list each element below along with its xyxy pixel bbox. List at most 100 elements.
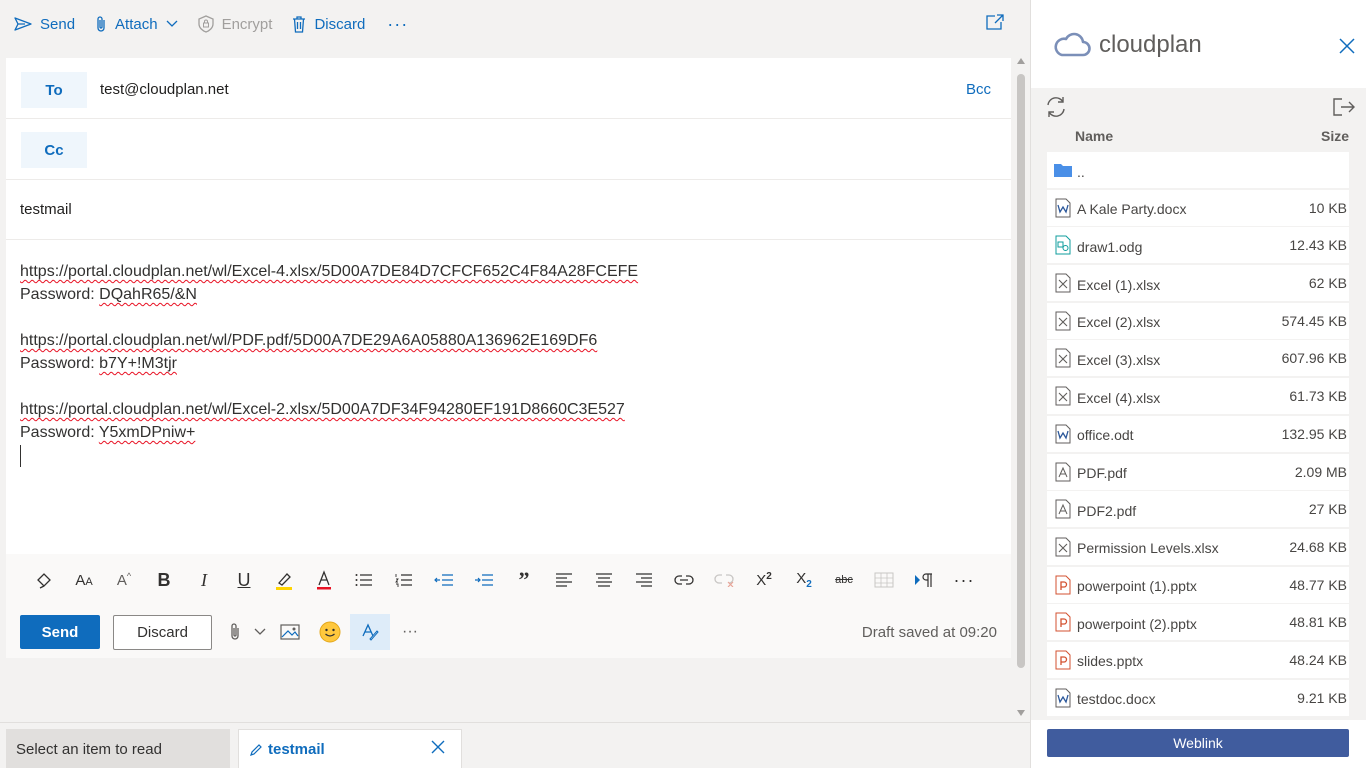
scroll-thumb[interactable] [1017,74,1025,668]
message-body[interactable]: https://portal.cloudplan.net/wl/Excel-4.… [20,260,990,467]
numbered-list-icon[interactable] [384,562,424,598]
word-file-icon [1049,198,1077,218]
subject-row[interactable]: testmail [6,180,1011,240]
pop-out-icon[interactable] [986,14,1004,30]
file-row[interactable]: PDF2.pdf 27 KB [1047,491,1349,528]
file-size: 48.77 KB [1289,576,1347,593]
file-size: 9.21 KB [1297,689,1347,706]
attach-toolbar-button[interactable]: Attach [85,8,188,40]
attach-toolbar-label: Attach [115,15,158,33]
subject-field[interactable]: testmail [20,201,72,218]
format-painter-icon[interactable] [24,562,64,598]
word-file-icon [1049,424,1077,444]
file-row[interactable]: Excel (2).xlsx 574.45 KB [1047,302,1349,339]
paperclip-icon [95,15,107,33]
link-excel-2[interactable]: https://portal.cloudplan.net/wl/Excel-2.… [20,398,990,421]
more-actions-icon[interactable]: ··· [390,614,430,650]
bold-icon[interactable]: B [144,562,184,598]
subscript-icon[interactable]: X2 [784,562,824,598]
column-header-size[interactable]: Size [1321,128,1349,144]
file-row[interactable]: Excel (3).xlsx 607.96 KB [1047,340,1349,377]
file-name: office.odt [1077,427,1134,444]
formatting-toggle-icon[interactable] [350,614,390,650]
file-row[interactable]: powerpoint (2).pptx 48.81 KB [1047,604,1349,641]
cloudplan-addin-panel: cloudplan Name Size .. A Kale Party.docx… [1030,0,1366,768]
discard-button[interactable]: Discard [113,614,212,650]
quote-icon[interactable]: ” [504,562,544,598]
more-options-icon[interactable]: ··· [375,14,420,35]
file-row[interactable]: PDF.pdf 2.09 MB [1047,453,1349,490]
text-direction-icon[interactable] [904,562,944,598]
file-name: A Kale Party.docx [1077,201,1187,218]
discard-toolbar-button[interactable]: Discard [282,8,375,40]
more-formatting-icon[interactable]: ··· [944,562,984,598]
file-name: PDF2.pdf [1077,502,1137,519]
decrease-indent-icon[interactable] [424,562,464,598]
file-row[interactable]: Excel (1).xlsx 62 KB [1047,265,1349,302]
align-right-icon[interactable] [624,562,664,598]
file-row[interactable]: slides.pptx 48.24 KB [1047,641,1349,678]
align-left-icon[interactable] [544,562,584,598]
encrypt-toolbar-button[interactable]: Encrypt [188,8,283,40]
link-pdf[interactable]: https://portal.cloudplan.net/wl/PDF.pdf/… [20,329,990,352]
insert-table-icon[interactable] [864,562,904,598]
strikethrough-icon[interactable]: abc [824,562,864,598]
file-row[interactable]: office.odt 132.95 KB [1047,415,1349,452]
underline-icon[interactable]: U [224,562,264,598]
attach-file-icon[interactable] [220,614,250,650]
file-row[interactable]: Excel (4).xlsx 61.73 KB [1047,378,1349,415]
brand-name: cloudplan [1099,31,1202,58]
remove-link-icon[interactable] [704,562,744,598]
ppt-file-icon [1049,575,1077,595]
file-size: 12.43 KB [1289,237,1347,254]
ppt-file-icon [1049,650,1077,670]
font-icon[interactable]: AA [64,562,104,598]
sign-out-icon[interactable] [1333,98,1355,116]
file-row[interactable]: testdoc.docx 9.21 KB [1047,679,1349,716]
file-size: 607.96 KB [1281,350,1347,367]
insert-picture-icon[interactable] [270,614,310,650]
link-icon[interactable] [664,562,704,598]
superscript-icon[interactable]: X2 [744,562,784,598]
excel-file-icon [1049,311,1077,331]
close-icon[interactable] [431,740,445,754]
to-button[interactable]: To [21,72,87,108]
file-name: powerpoint (2).pptx [1077,615,1197,632]
compose-scrollbar[interactable] [1013,48,1029,720]
file-row[interactable]: Permission Levels.xlsx 24.68 KB [1047,528,1349,565]
tab-draft-testmail[interactable]: testmail [238,729,462,768]
tab-reading-pane[interactable]: Select an item to read [6,729,230,768]
cc-button[interactable]: Cc [21,132,87,168]
italic-icon[interactable]: I [184,562,224,598]
bcc-button[interactable]: Bcc [966,81,991,98]
parent-folder-row[interactable]: .. [1047,152,1349,188]
file-name: PDF.pdf [1077,465,1127,481]
send-toolbar-button[interactable]: Send [4,8,85,40]
file-row[interactable]: A Kale Party.docx 10 KB [1047,189,1349,226]
send-button[interactable]: Send [20,615,100,649]
file-size: 48.81 KB [1289,614,1347,631]
bullet-list-icon[interactable] [344,562,384,598]
file-browser: Name Size .. A Kale Party.docx 10 KB draw1… [1031,88,1366,720]
file-row[interactable]: powerpoint (1).pptx 48.77 KB [1047,566,1349,603]
chevron-down-icon[interactable] [250,614,270,650]
align-center-icon[interactable] [584,562,624,598]
file-row[interactable]: draw1.odg 12.43 KB [1047,227,1349,264]
link-excel-4[interactable]: https://portal.cloudplan.net/wl/Excel-4.… [20,260,990,283]
file-size: 27 KB [1308,501,1347,518]
pdf-file-icon [1049,462,1077,482]
highlight-icon[interactable] [264,562,304,598]
font-size-icon[interactable]: A^ [104,562,144,598]
column-header-name[interactable]: Name [1075,128,1113,144]
password-line-3: Password: Y5xmDPniw+ [20,424,196,441]
increase-indent-icon[interactable] [464,562,504,598]
file-name: Excel (2).xlsx [1077,314,1161,331]
file-size: 62 KB [1308,275,1347,292]
emoji-icon[interactable] [310,614,350,650]
font-color-icon[interactable] [304,562,344,598]
to-recipient[interactable]: test@cloudplan.net [100,81,229,98]
file-size: 48.24 KB [1289,651,1347,668]
refresh-icon[interactable] [1045,96,1067,118]
weblink-button[interactable]: Weblink [1047,729,1349,757]
close-panel-icon[interactable] [1339,38,1355,54]
